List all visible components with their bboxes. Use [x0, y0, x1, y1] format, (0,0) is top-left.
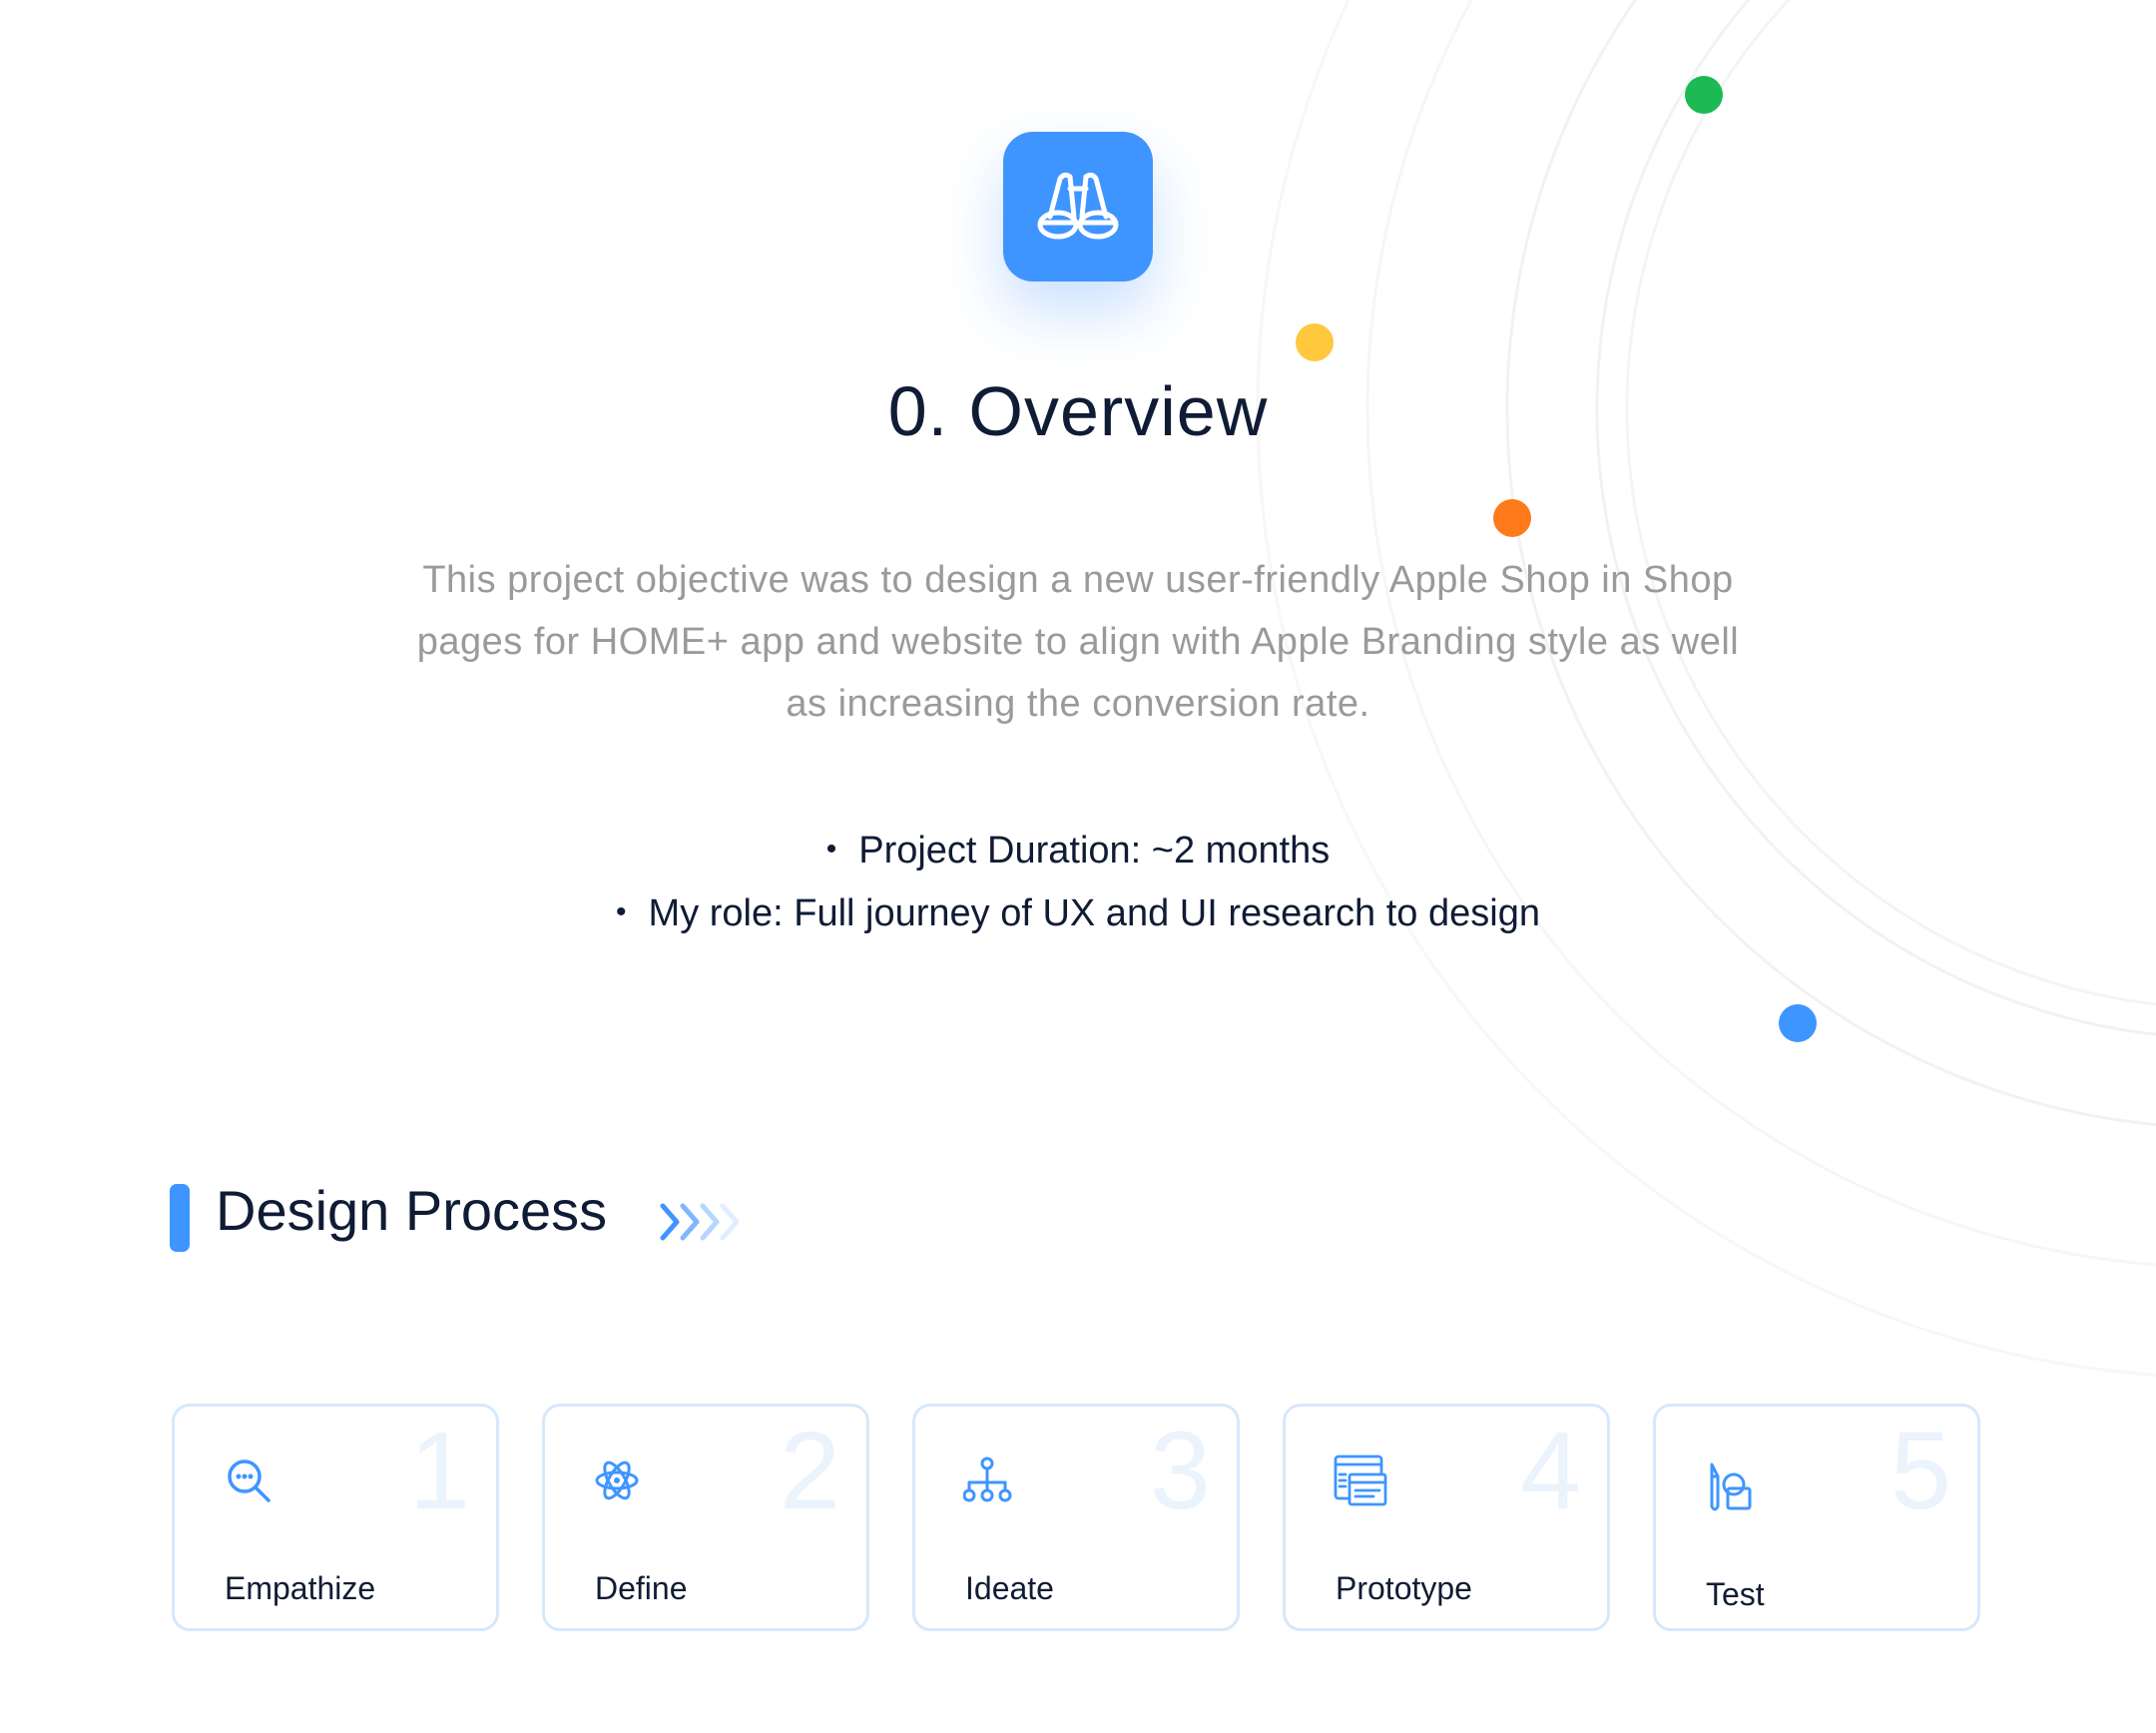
process-card-ideate[interactable]: 3 Ideate: [912, 1404, 1240, 1631]
hierarchy-icon: [963, 1456, 1012, 1502]
description-line: This project objective was to design a n…: [422, 559, 1734, 601]
bullet-item: • Project Duration: ~2 months: [0, 819, 2156, 881]
browser-layout-icon: [1334, 1454, 1387, 1506]
process-card-prototype[interactable]: 4 Prototype: [1283, 1404, 1610, 1631]
binoculars-app-icon: [1003, 132, 1153, 282]
section-title: Design Process: [216, 1179, 608, 1242]
step-number: 1: [408, 1410, 470, 1532]
decor-dot-yellow: [1296, 323, 1334, 361]
bullet-dot-icon: •: [616, 895, 627, 928]
decor-dot-blue: [1779, 1004, 1817, 1042]
page-title: 0. Overview: [887, 372, 1269, 450]
description-line: as increasing the conversion rate.: [786, 683, 1370, 725]
decor-dot-orange: [1493, 499, 1531, 537]
decor-dot-green: [1685, 76, 1723, 114]
step-number: 4: [1519, 1410, 1581, 1532]
process-card-test[interactable]: 5 Test: [1653, 1404, 1980, 1631]
section-accent-bar: [170, 1184, 190, 1252]
pen-shapes-icon: [1710, 1462, 1752, 1511]
binoculars-icon: [1037, 172, 1119, 240]
step-label: Empathize: [225, 1570, 376, 1606]
overview-bullets: • Project Duration: ~2 months • My role: F…: [0, 819, 2156, 944]
step-label: Test: [1706, 1576, 1765, 1612]
step-label: Define: [595, 1570, 688, 1606]
description-line: pages for HOME+ app and website to align…: [416, 621, 1740, 663]
search-chat-icon: [228, 1459, 270, 1502]
process-card-empathize[interactable]: 1 Empathize: [172, 1404, 499, 1631]
bullet-text: Project Duration: ~2 months: [858, 830, 1331, 871]
step-label: Prototype: [1336, 1570, 1472, 1606]
bullet-dot-icon: •: [825, 833, 837, 866]
bullet-text: My role: Full journey of UX and UI resea…: [648, 892, 1540, 934]
step-label: Ideate: [965, 1570, 1054, 1606]
step-number: 3: [1149, 1410, 1211, 1532]
process-card-define[interactable]: 2 Define: [542, 1404, 869, 1631]
bullet-item: • My role: Full journey of UX and UI rese…: [0, 881, 2156, 944]
step-number: 2: [779, 1410, 840, 1532]
overview-description: This project objective was to design a n…: [359, 549, 1797, 735]
react-atom-icon: [595, 1460, 639, 1500]
step-number: 5: [1889, 1410, 1951, 1532]
chevrons-right-icon: [660, 1203, 740, 1241]
